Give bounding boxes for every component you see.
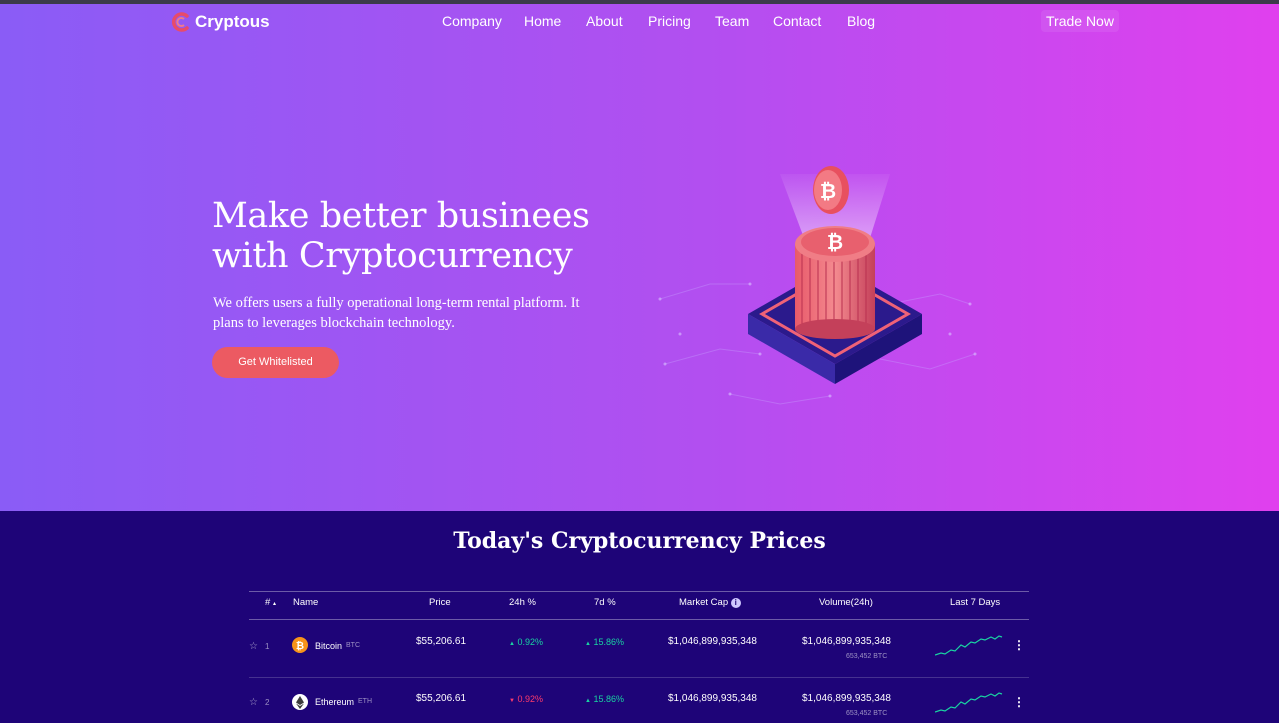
info-icon[interactable]: i xyxy=(730,598,741,608)
svg-text:₿: ₿ xyxy=(827,230,843,254)
volume-btc-cell: 653,452 BTC xyxy=(846,710,888,717)
row-divider xyxy=(249,677,1029,678)
hero-title: Make better businees with Cryptocurrency xyxy=(212,196,590,276)
prices-section-title: Today's Cryptocurrency Prices xyxy=(453,528,826,554)
rank-cell: 1 xyxy=(265,642,270,651)
market-cap-cell: $1,046,899,935,348 xyxy=(668,693,757,704)
nav-item-about[interactable]: About xyxy=(586,13,623,29)
change-24h-cell: ▲ 0.92% xyxy=(509,637,543,647)
market-cap-cell: $1,046,899,935,348 xyxy=(668,636,757,647)
nav-item-team[interactable]: Team xyxy=(715,13,749,29)
ethereum-icon xyxy=(292,694,308,710)
col-header-name: Name xyxy=(293,597,319,608)
sparkline-chart xyxy=(935,635,1003,656)
sparkline-chart xyxy=(935,692,1003,713)
crypto-server-illustration: ₿ ₿ xyxy=(658,166,977,405)
price-cell: $55,206.61 xyxy=(416,693,467,704)
star-icon[interactable]: ☆ xyxy=(249,697,258,708)
coin-name: Bitcoin xyxy=(315,641,343,651)
sort-icon: ▴ xyxy=(272,601,276,607)
col-header-7d: 7d % xyxy=(594,597,616,608)
nav-item-blog[interactable]: Blog xyxy=(847,13,875,29)
coin-name: Ethereum xyxy=(315,697,355,707)
coin-symbol: ETH xyxy=(358,698,372,705)
row-menu-icon[interactable]: ⋮ xyxy=(1013,695,1025,709)
change-7d-cell: ▲ 15.86% xyxy=(585,637,624,647)
svg-text:₿: ₿ xyxy=(820,179,836,203)
star-icon[interactable]: ☆ xyxy=(249,641,258,652)
change-24h-cell: ▼ 0.92% xyxy=(509,694,543,704)
coin-symbol: BTC xyxy=(346,642,360,649)
nav-item-company[interactable]: Company xyxy=(442,13,502,29)
change-7d-cell: ▲ 15.86% xyxy=(585,694,624,704)
nav-item-home[interactable]: Home xyxy=(524,13,561,29)
table-header-divider xyxy=(249,619,1029,620)
svg-text:₿: ₿ xyxy=(296,640,304,652)
rank-cell: 2 xyxy=(265,698,270,707)
get-whitelisted-button[interactable]: Get Whitelisted xyxy=(212,347,339,378)
row-menu-icon[interactable]: ⋮ xyxy=(1013,638,1025,652)
price-cell: $55,206.61 xyxy=(416,636,467,647)
col-header-volume: Volume(24h) xyxy=(819,597,873,608)
volume-cell: $1,046,899,935,348 xyxy=(802,636,891,647)
hero-description: We offers users a fully operational long… xyxy=(213,295,580,331)
col-header-rank[interactable]: # ▴ xyxy=(265,597,276,608)
col-header-market-cap: Market Cap i xyxy=(679,597,741,608)
trade-now-button[interactable]: Trade Now xyxy=(1041,10,1119,32)
col-header-24h: 24h % xyxy=(509,597,536,608)
bitcoin-icon: ₿ xyxy=(292,637,308,653)
table-top-divider xyxy=(249,591,1029,592)
col-header-price: Price xyxy=(429,597,451,608)
nav-item-contact[interactable]: Contact xyxy=(773,13,821,29)
nav-item-pricing[interactable]: Pricing xyxy=(648,13,691,29)
col-header-last-7-days: Last 7 Days xyxy=(950,597,1001,608)
hero-section: Cryptous Company Home About Pricing Team… xyxy=(0,4,1279,511)
volume-btc-cell: 653,452 BTC xyxy=(846,653,888,660)
volume-cell: $1,046,899,935,348 xyxy=(802,693,891,704)
